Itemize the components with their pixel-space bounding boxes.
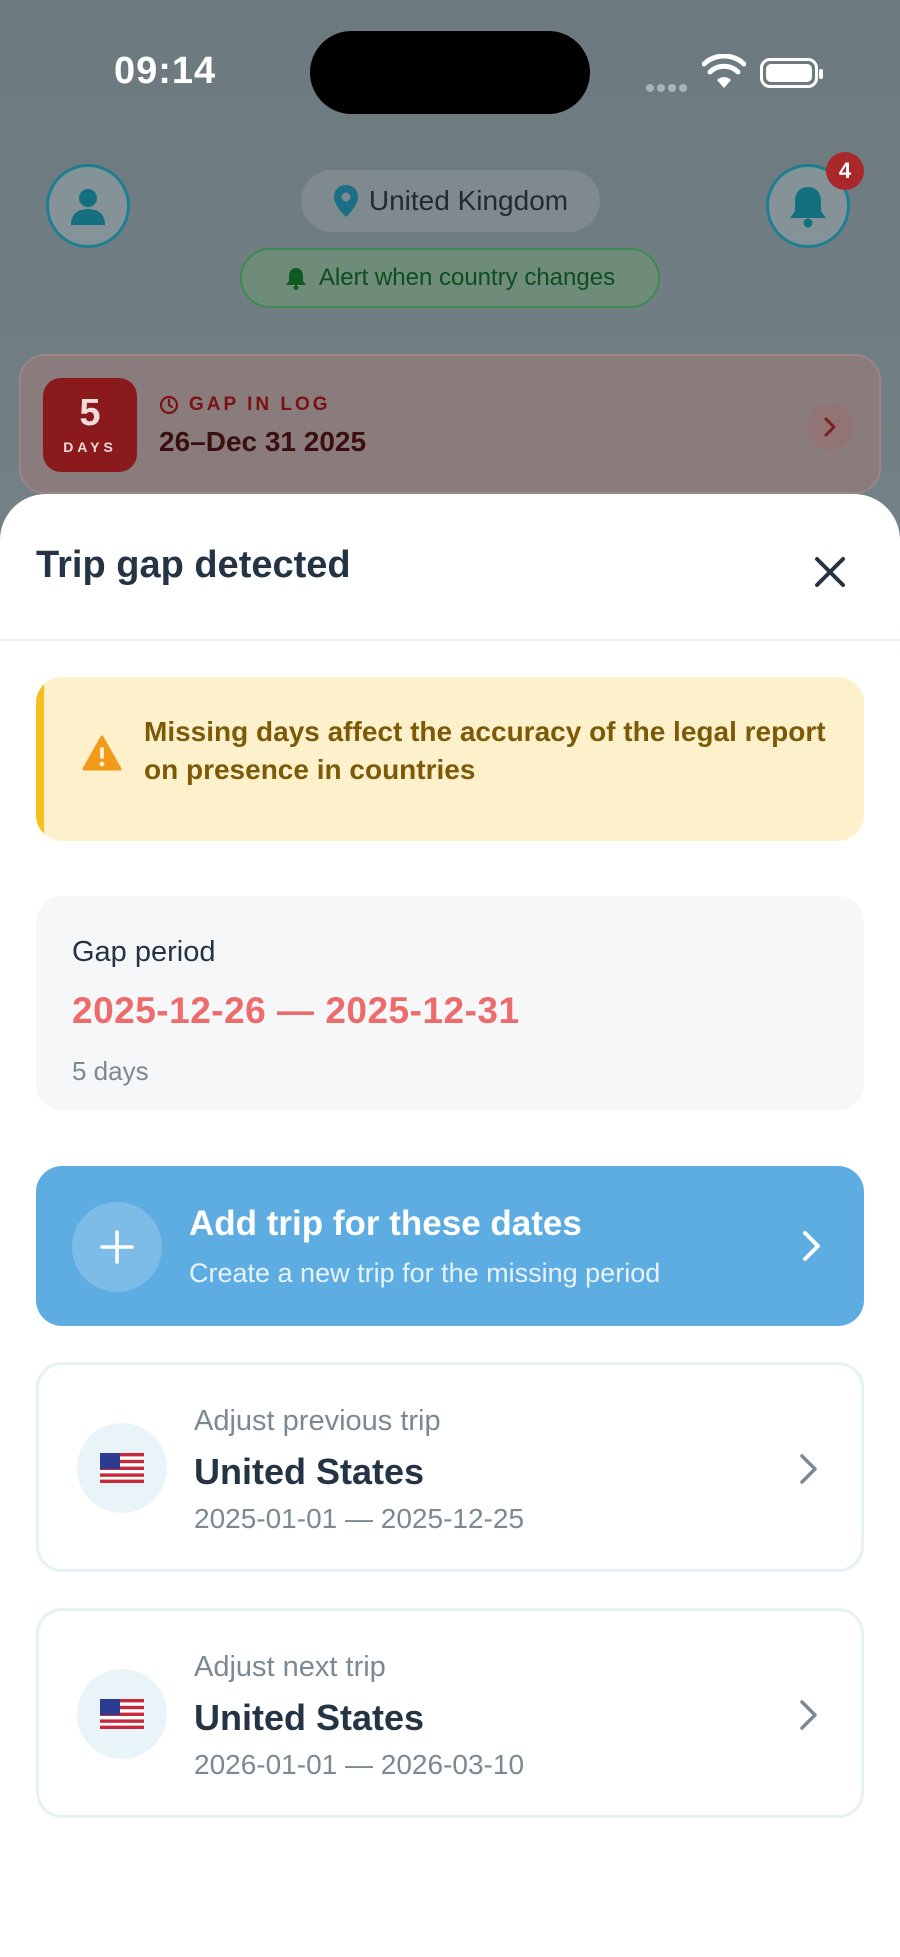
current-country-pill[interactable]: United Kingdom: [301, 170, 600, 232]
battery-icon: [760, 58, 823, 88]
next-trip-country: United States: [194, 1697, 425, 1738]
gap-days-number: 5: [79, 392, 101, 434]
status-time: 09:14: [114, 50, 217, 92]
plus-icon: [100, 1230, 134, 1264]
gap-dates: 26–Dec 31 2025: [159, 426, 367, 457]
previous-trip-country: United States: [194, 1451, 425, 1492]
country-change-alert-toggle[interactable]: Alert when country changes: [240, 248, 660, 308]
notification-count-badge: 4: [826, 152, 864, 190]
wifi-icon: [702, 54, 746, 88]
add-trip-title: Add trip for these dates: [189, 1204, 582, 1243]
us-flag-icon: [100, 1699, 144, 1729]
dynamic-island: [310, 31, 590, 114]
previous-trip-dates: 2025-01-01 — 2025-12-25: [194, 1503, 525, 1534]
gap-period-range: 2025-12-26 — 2025-12-31: [72, 990, 520, 1031]
alert-label: Alert when country changes: [318, 264, 616, 291]
gap-in-log-card[interactable]: 5 DAYS GAP IN LOG 26–Dec 31 2025: [19, 354, 881, 494]
sheet-title: Trip gap detected: [36, 544, 351, 586]
gap-days-tile: 5 DAYS: [43, 378, 137, 472]
trip-gap-sheet: Trip gap detected Missing days affect th…: [0, 494, 900, 1957]
adjust-next-trip-button[interactable]: Adjust next trip United States 2026-01-0…: [36, 1608, 864, 1818]
gap-period-card: Gap period 2025-12-26 — 2025-12-31 5 day…: [36, 896, 864, 1110]
chevron-right-icon: [824, 417, 836, 437]
us-flag-icon: [100, 1453, 144, 1483]
close-button[interactable]: [802, 544, 858, 600]
warning-text: Missing days affect the accuracy of the …: [144, 716, 826, 785]
next-trip-dates: 2026-01-01 — 2026-03-10: [194, 1749, 525, 1780]
add-trip-subtitle: Create a new trip for the missing period: [189, 1258, 661, 1288]
gap-card-chevron: [807, 404, 853, 450]
add-trip-button[interactable]: Add trip for these dates Create a new tr…: [36, 1166, 864, 1326]
person-icon: [71, 189, 105, 225]
profile-button[interactable]: [46, 164, 130, 248]
sheet-divider: [0, 639, 900, 641]
clock-icon: [159, 395, 179, 415]
flag-circle: [77, 1669, 167, 1759]
gap-kicker: GAP IN LOG: [159, 394, 331, 416]
gap-kicker-label: GAP IN LOG: [189, 394, 331, 415]
warning-triangle-icon: [82, 735, 122, 771]
next-trip-kicker: Adjust next trip: [194, 1651, 386, 1683]
status-bar: 09:14: [0, 0, 900, 140]
chevron-right-icon: [800, 1700, 817, 1730]
adjust-previous-trip-button[interactable]: Adjust previous trip United States 2025-…: [36, 1362, 864, 1572]
bell-icon: [790, 187, 826, 228]
bell-icon: [285, 268, 306, 290]
chevron-right-icon: [800, 1454, 817, 1484]
flag-circle: [77, 1423, 167, 1513]
add-trip-icon-circle: [72, 1202, 162, 1292]
cellular-signal-icon: [646, 79, 690, 92]
location-pin-icon: [333, 185, 358, 217]
current-country-label: United Kingdom: [368, 185, 569, 216]
gap-days-label: DAYS: [63, 439, 117, 455]
chevron-right-icon: [803, 1231, 820, 1261]
previous-trip-kicker: Adjust previous trip: [194, 1405, 441, 1437]
close-icon: [815, 557, 845, 587]
accuracy-warning-banner: Missing days affect the accuracy of the …: [36, 677, 864, 841]
gap-period-label: Gap period: [72, 936, 216, 968]
gap-period-days: 5 days: [72, 1056, 149, 1086]
